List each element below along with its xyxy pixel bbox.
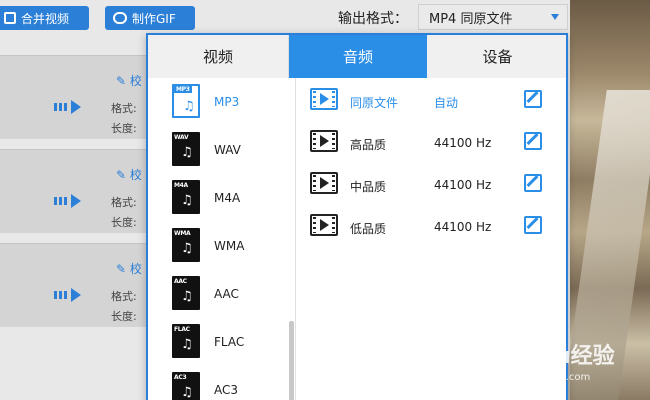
- output-format-label: 输出格式：: [338, 11, 408, 27]
- format-name: WMA: [214, 239, 245, 253]
- length-label: 长度:: [111, 310, 137, 323]
- audio-format-list: MP3 ♫ MP3 WAV ♫ WAV M4A ♫ M4A WMA ♫ WMA AAC ♫…: [148, 78, 296, 400]
- make-gif-label: 制作GIF: [132, 11, 176, 26]
- format-name: AAC: [214, 287, 239, 301]
- watermark-logo: Baidu经验: [500, 344, 615, 369]
- quality-sample-rate: 自动: [434, 96, 459, 110]
- format-list-scrollbar[interactable]: [289, 321, 294, 400]
- task-row: ✎ 校 格式: 长度:: [0, 55, 148, 139]
- quality-row[interactable]: 高品质 44100 Hz: [298, 124, 566, 164]
- format-item-m4a[interactable]: M4A ♫ M4A: [148, 174, 288, 222]
- output-format-value: MP4 同原文件: [429, 11, 513, 27]
- output-format-select[interactable]: MP4 同原文件: [418, 4, 568, 30]
- quality-sample-rate: 44100 Hz: [434, 136, 492, 150]
- format-item-aac[interactable]: AAC ♫ AAC: [148, 270, 288, 318]
- quality-row[interactable]: 中品质 44100 Hz: [298, 166, 566, 206]
- convert-arrow-icon: [54, 100, 81, 114]
- task-edit-link[interactable]: ✎ 校: [116, 72, 142, 89]
- tab-audio[interactable]: 音频: [289, 35, 427, 78]
- task-edit-link[interactable]: ✎ 校: [116, 260, 142, 277]
- format-item-wav[interactable]: WAV ♫ WAV: [148, 126, 288, 174]
- audio-file-icon: AAC ♫: [172, 276, 200, 310]
- tab-device[interactable]: 设备: [427, 35, 566, 78]
- format-item-mp3[interactable]: MP3 ♫ MP3: [148, 78, 288, 126]
- audio-file-icon: WMA ♫: [172, 228, 200, 262]
- convert-arrow-icon: [54, 194, 81, 208]
- format-name: FLAC: [214, 335, 245, 349]
- format-name: M4A: [214, 191, 241, 205]
- video-film-icon: [310, 214, 338, 236]
- format-name: AC3: [214, 383, 239, 397]
- link-icon: [113, 12, 127, 24]
- video-film-icon: [310, 172, 338, 194]
- quality-name: 低品质: [350, 222, 387, 236]
- audio-file-icon: WAV ♫: [172, 132, 200, 166]
- quality-name: 中品质: [350, 180, 387, 194]
- format-name: WAV: [214, 143, 241, 157]
- audio-file-icon: M4A ♫: [172, 180, 200, 214]
- convert-arrow-icon: [54, 288, 81, 302]
- format-tabs: 视频 音频 设备: [148, 35, 566, 78]
- top-toolbar: 合并视频 制作GIF 输出格式： MP4 同原文件: [0, 0, 570, 32]
- audio-file-icon: MP3 ♫: [172, 84, 200, 118]
- format-item-wma[interactable]: WMA ♫ WMA: [148, 222, 288, 270]
- quality-row[interactable]: 同原文件 自动: [298, 82, 566, 122]
- make-gif-button[interactable]: 制作GIF: [105, 6, 195, 30]
- format-item-ac3[interactable]: AC3 ♫ AC3: [148, 366, 288, 400]
- video-film-icon: [310, 88, 338, 110]
- format-label: 格式:: [111, 196, 137, 209]
- chevron-down-icon[interactable]: [551, 14, 559, 20]
- quality-row[interactable]: 低品质 44100 Hz: [298, 208, 566, 248]
- format-name: MP3: [214, 95, 240, 109]
- quality-sample-rate: 44100 Hz: [434, 220, 492, 234]
- task-edit-link[interactable]: ✎ 校: [116, 166, 142, 183]
- length-label: 长度:: [111, 216, 137, 229]
- edit-icon[interactable]: [524, 90, 542, 108]
- task-row: ✎ 校 格式: 长度:: [0, 243, 148, 327]
- edit-icon[interactable]: [524, 174, 542, 192]
- merge-video-button[interactable]: 合并视频: [0, 6, 89, 30]
- edit-icon[interactable]: [524, 216, 542, 234]
- audio-file-icon: AC3 ♫: [172, 372, 200, 400]
- format-item-flac[interactable]: FLAC ♫ FLAC: [148, 318, 288, 366]
- quality-name: 高品质: [350, 138, 387, 152]
- watermark-url: jingyan.baidu.com: [498, 372, 591, 383]
- length-label: 长度:: [111, 122, 137, 135]
- tab-video[interactable]: 视频: [148, 35, 289, 78]
- merge-video-label: 合并视频: [21, 11, 70, 26]
- video-film-icon: [310, 130, 338, 152]
- quality-name: 同原文件: [350, 96, 399, 110]
- format-label: 格式:: [111, 102, 137, 115]
- task-row: ✎ 校 格式: 长度:: [0, 149, 148, 233]
- quality-sample-rate: 44100 Hz: [434, 178, 492, 192]
- edit-icon[interactable]: [524, 132, 542, 150]
- format-label: 格式:: [111, 290, 137, 303]
- audio-file-icon: FLAC ♫: [172, 324, 200, 358]
- merge-icon: [4, 12, 16, 24]
